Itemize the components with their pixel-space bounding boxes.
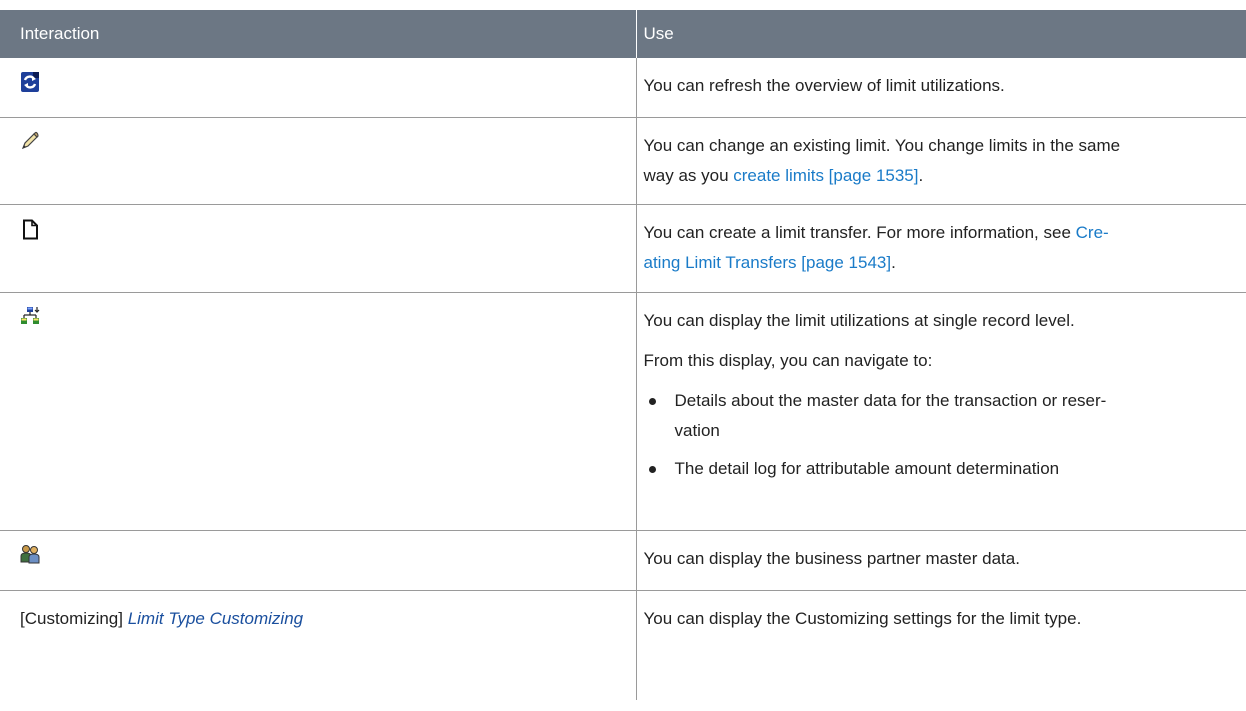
creating-limit-transfers-link[interactable]: Cre- (1076, 223, 1109, 242)
use-text-para1: You can display the limit utilizations a… (643, 310, 1075, 330)
use-text: You can refresh the overview of limit ut… (643, 76, 1005, 95)
table-row: You can display the limit utilizations a… (0, 292, 1246, 531)
list-item: The detail log for attributable amount d… (644, 454, 1246, 484)
use-cell: You can display the business partner mas… (635, 530, 1246, 591)
use-cell: You can create a limit transfer. For mor… (635, 204, 1246, 293)
use-text-line2: way as you create limits [page 1535]. (643, 165, 924, 185)
business-partner-icon[interactable] (20, 544, 40, 564)
use-text: You can display the business partner mas… (643, 548, 1020, 568)
list-item: Details about the master data for the tr… (644, 386, 1246, 446)
interaction-table: Interaction Use You can refresh the over… (0, 10, 1246, 700)
header-interaction: Interaction (0, 10, 636, 58)
header-use: Use (635, 10, 1246, 58)
refresh-icon[interactable] (20, 71, 40, 92)
table-row: You can create a limit transfer. For mor… (0, 204, 1246, 293)
use-text-line1: You can create a limit transfer. For mor… (643, 222, 1109, 242)
pencil-icon[interactable] (20, 131, 40, 151)
use-cell: You can refresh the overview of limit ut… (635, 58, 1246, 118)
use-text: You can display the Customizing settings… (643, 608, 1082, 628)
create-limits-link[interactable]: create limits [page 1535] (733, 166, 918, 185)
navigation-list: Details about the master data for the tr… (644, 386, 1246, 484)
interaction-cell (0, 117, 636, 205)
creating-limit-transfers-link-cont[interactable]: ating Limit Transfers [page 1543] (644, 253, 892, 272)
table-row: You can change an existing limit. You ch… (0, 117, 1246, 205)
interaction-cell (0, 204, 636, 293)
use-cell: You can display the limit utilizations a… (635, 292, 1246, 531)
use-text-line2: ating Limit Transfers [page 1543]. (643, 252, 896, 272)
use-text-line1: You can change an existing limit. You ch… (643, 135, 1121, 155)
interaction-cell (0, 530, 636, 591)
new-document-icon[interactable] (20, 219, 40, 239)
table-row: [Customizing] Limit Type Customizing You… (0, 590, 1246, 700)
hierarchy-drilldown-icon[interactable] (20, 306, 40, 326)
use-cell: You can change an existing limit. You ch… (635, 117, 1246, 205)
use-cell: You can display the Customizing settings… (635, 590, 1246, 700)
use-text-para2: From this display, you can navigate to: (643, 350, 933, 370)
interaction-cell (0, 58, 636, 118)
table-row: You can refresh the overview of limit ut… (0, 58, 1246, 118)
table-header-row: Interaction Use (0, 10, 1246, 58)
limit-type-customizing-link[interactable]: Limit Type Customizing (128, 609, 303, 628)
customizing-path: [Customizing] Limit Type Customizing (20, 608, 304, 628)
table-row: You can display the business partner mas… (0, 530, 1246, 591)
interaction-cell: [Customizing] Limit Type Customizing (0, 590, 636, 700)
interaction-cell (0, 292, 636, 531)
